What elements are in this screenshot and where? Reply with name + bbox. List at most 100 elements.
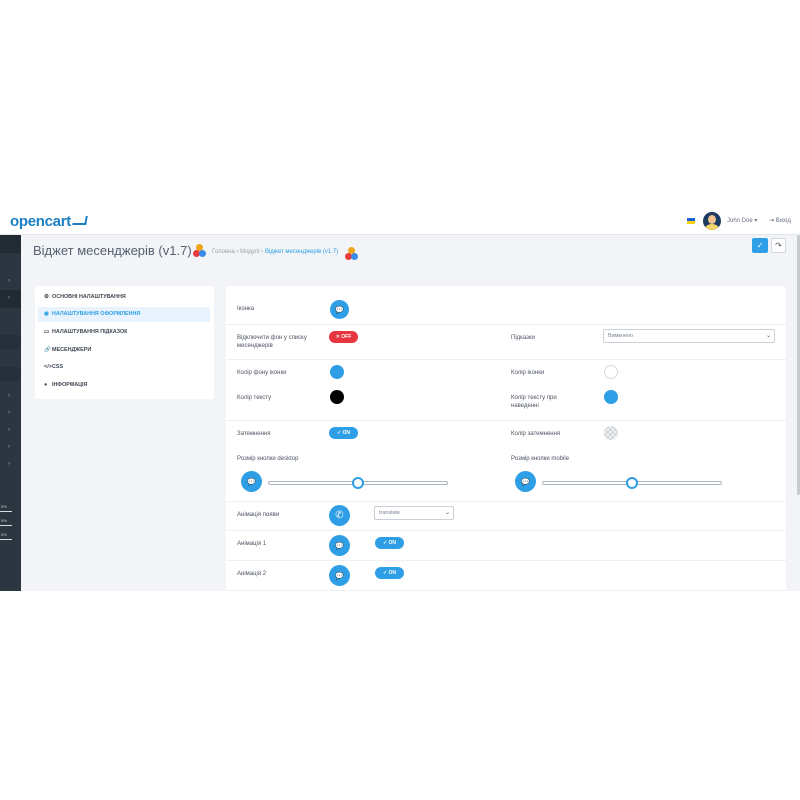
phone-icon: ✆ bbox=[329, 505, 350, 526]
chevron-down-icon: ⌄ bbox=[765, 333, 771, 339]
dimming-label: Затемнення bbox=[237, 431, 271, 437]
breadcrumb-modules[interactable]: Модулі bbox=[240, 249, 259, 255]
hints-label: Підказки bbox=[511, 335, 535, 341]
settings-tabs: ⚙ ОСНОВНІ НАЛАШТУВАННЯ ◉ НАЛАШТУВАННЯ ОФОР… bbox=[35, 286, 214, 399]
icon-color-swatch[interactable] bbox=[604, 365, 618, 379]
back-button[interactable]: ↷ bbox=[771, 238, 786, 253]
logout-link[interactable]: ⇥ Вихід bbox=[769, 217, 791, 224]
tab-design-settings[interactable]: ◉ НАЛАШТУВАННЯ ОФОРМЛЕННЯ bbox=[38, 307, 210, 322]
tab-info[interactable]: ● ІНФОРМАЦІЯ bbox=[38, 378, 210, 393]
chevron-down-icon: ⌄ bbox=[444, 510, 450, 516]
chevron-right-icon: › bbox=[8, 278, 10, 284]
tab-label: CSS bbox=[52, 364, 64, 370]
icon-label: Іконка bbox=[237, 306, 255, 312]
animation-2-label: Анімація 2 bbox=[237, 571, 267, 577]
language-flag-icon[interactable] bbox=[687, 218, 695, 224]
code-icon: </> bbox=[44, 364, 52, 370]
chat-icon: 💬 bbox=[241, 471, 262, 492]
slider-handle[interactable] bbox=[626, 477, 638, 489]
hover-text-color-swatch[interactable] bbox=[604, 390, 618, 404]
sidebar-item-dashboard[interactable] bbox=[0, 235, 21, 253]
info-icon: ● bbox=[44, 382, 48, 388]
gear-icon: ⚙ bbox=[44, 294, 49, 300]
sidebar-item-customers[interactable]: › bbox=[0, 388, 21, 406]
chat-glyph: 💬 bbox=[521, 479, 530, 486]
hover-text-color-label: Колір тексту при наведенні bbox=[511, 395, 557, 409]
chat-glyph: 💬 bbox=[247, 479, 256, 486]
row-divider bbox=[226, 420, 786, 421]
phone-glyph: ✆ bbox=[335, 510, 344, 521]
tab-main-settings[interactable]: ⚙ ОСНОВНІ НАЛАШТУВАННЯ bbox=[38, 290, 210, 305]
dimming-color-swatch[interactable] bbox=[604, 426, 618, 440]
row-divider bbox=[226, 359, 786, 360]
animation-2-toggle[interactable]: ✓ ON bbox=[375, 567, 404, 579]
save-button[interactable]: ✓ bbox=[752, 238, 768, 253]
chevron-right-icon: › bbox=[8, 461, 10, 467]
sidebar-item-extensions[interactable]: › bbox=[0, 290, 21, 308]
chat-glyph: 💬 bbox=[335, 543, 344, 550]
opencart-logo[interactable]: opencart bbox=[10, 213, 88, 230]
dimming-toggle[interactable]: ✓ ON bbox=[329, 427, 358, 439]
eye-icon: ◉ bbox=[44, 311, 49, 317]
desktop-size-label: Розмір кнопки desktop bbox=[237, 456, 299, 462]
tab-label: НАЛАШТУВАННЯ ОФОРМЛЕННЯ bbox=[52, 311, 141, 317]
sidebar-item-system[interactable]: › bbox=[0, 422, 21, 440]
mobile-size-slider[interactable] bbox=[542, 477, 722, 489]
reply-arrow-icon: ↷ bbox=[775, 241, 782, 250]
sidebar: › › › › › › › 0% 0% 0% bbox=[0, 235, 21, 591]
hints-value: Вимкнено bbox=[608, 333, 634, 339]
desktop-size-slider[interactable] bbox=[268, 477, 448, 489]
sidebar-progress-label: 0% bbox=[1, 518, 7, 523]
row-divider bbox=[226, 590, 786, 591]
row-divider bbox=[226, 324, 786, 325]
sidebar-item-catalog[interactable]: › bbox=[0, 273, 21, 291]
user-avatar[interactable] bbox=[703, 212, 721, 230]
sidebar-item-sales[interactable] bbox=[0, 367, 21, 381]
tab-label: ІНФОРМАЦІЯ bbox=[52, 382, 88, 388]
animation-1-toggle[interactable]: ✓ ON bbox=[375, 537, 404, 549]
cart-icon bbox=[72, 216, 88, 225]
tab-tooltip-settings[interactable]: ▭ НАЛАШТУВАННЯ ПІДКАЗОК bbox=[38, 325, 210, 340]
sidebar-progress-label: 0% bbox=[1, 532, 7, 537]
hints-select[interactable]: Вимкнено ⌄ bbox=[603, 329, 775, 343]
monitor-icon: ▭ bbox=[44, 329, 50, 335]
link-icon: 🔗 bbox=[44, 347, 51, 353]
mobile-size-label: Розмір кнопки mobile bbox=[511, 456, 570, 462]
chevron-right-icon: › bbox=[8, 444, 10, 450]
chevron-right-icon: › bbox=[8, 393, 10, 399]
dimming-color-label: Колір затемнення bbox=[511, 431, 561, 437]
animation-1-label: Анімація 1 bbox=[237, 541, 267, 547]
breadcrumb-home[interactable]: Головна bbox=[212, 249, 235, 255]
design-settings-form: Іконка 💬 Відключити фон у списку месендж… bbox=[226, 286, 786, 591]
chat-icon[interactable]: 💬 bbox=[330, 300, 349, 319]
chat-icon: 💬 bbox=[329, 535, 350, 556]
disable-bg-label: Відключити фон у списку месенджерів bbox=[237, 335, 307, 349]
sidebar-item-design[interactable] bbox=[0, 335, 21, 349]
tab-messengers[interactable]: 🔗МЕСЕНДЖЕРИ bbox=[38, 343, 210, 358]
tab-label: МЕСЕНДЖЕРИ bbox=[52, 347, 92, 353]
user-menu[interactable]: John Doe ▾ bbox=[727, 217, 757, 224]
chat-glyph: 💬 bbox=[335, 573, 344, 580]
disable-bg-toggle[interactable]: ✕ OFF bbox=[329, 331, 358, 343]
module-logo-icon bbox=[193, 244, 207, 258]
sidebar-progress-bar bbox=[0, 525, 12, 526]
chat-glyph: 💬 bbox=[335, 307, 344, 314]
slider-handle[interactable] bbox=[352, 477, 364, 489]
app-window: opencart John Doe ▾ ⇥ Вихід › › › › › › … bbox=[0, 207, 800, 591]
icon-bg-color-label: Колір фону іконки bbox=[237, 370, 287, 376]
sidebar-item-marketing[interactable]: › bbox=[0, 405, 21, 423]
sidebar-item-reports[interactable]: › bbox=[0, 439, 21, 457]
tab-css[interactable]: </>CSS bbox=[38, 360, 210, 375]
breadcrumb-separator: › bbox=[261, 249, 264, 255]
check-icon: ✓ bbox=[756, 241, 764, 250]
icon-bg-color-swatch[interactable] bbox=[330, 365, 344, 379]
tab-label: ОСНОВНІ НАЛАШТУВАННЯ bbox=[52, 294, 126, 300]
text-color-swatch[interactable] bbox=[330, 390, 344, 404]
icon-color-label: Колір іконки bbox=[511, 370, 545, 376]
tab-label: НАЛАШТУВАННЯ ПІДКАЗОК bbox=[52, 329, 128, 335]
sidebar-item-more[interactable]: › bbox=[0, 456, 21, 474]
breadcrumb-current[interactable]: Віджет месенджерів (v1.7) bbox=[265, 249, 338, 255]
top-bar: opencart John Doe ▾ ⇥ Вихід bbox=[0, 207, 800, 235]
breadcrumb: Головна › Модулі › Віджет месенджерів (v… bbox=[212, 249, 338, 255]
appear-animation-select[interactable]: translate ⌄ bbox=[374, 506, 454, 520]
